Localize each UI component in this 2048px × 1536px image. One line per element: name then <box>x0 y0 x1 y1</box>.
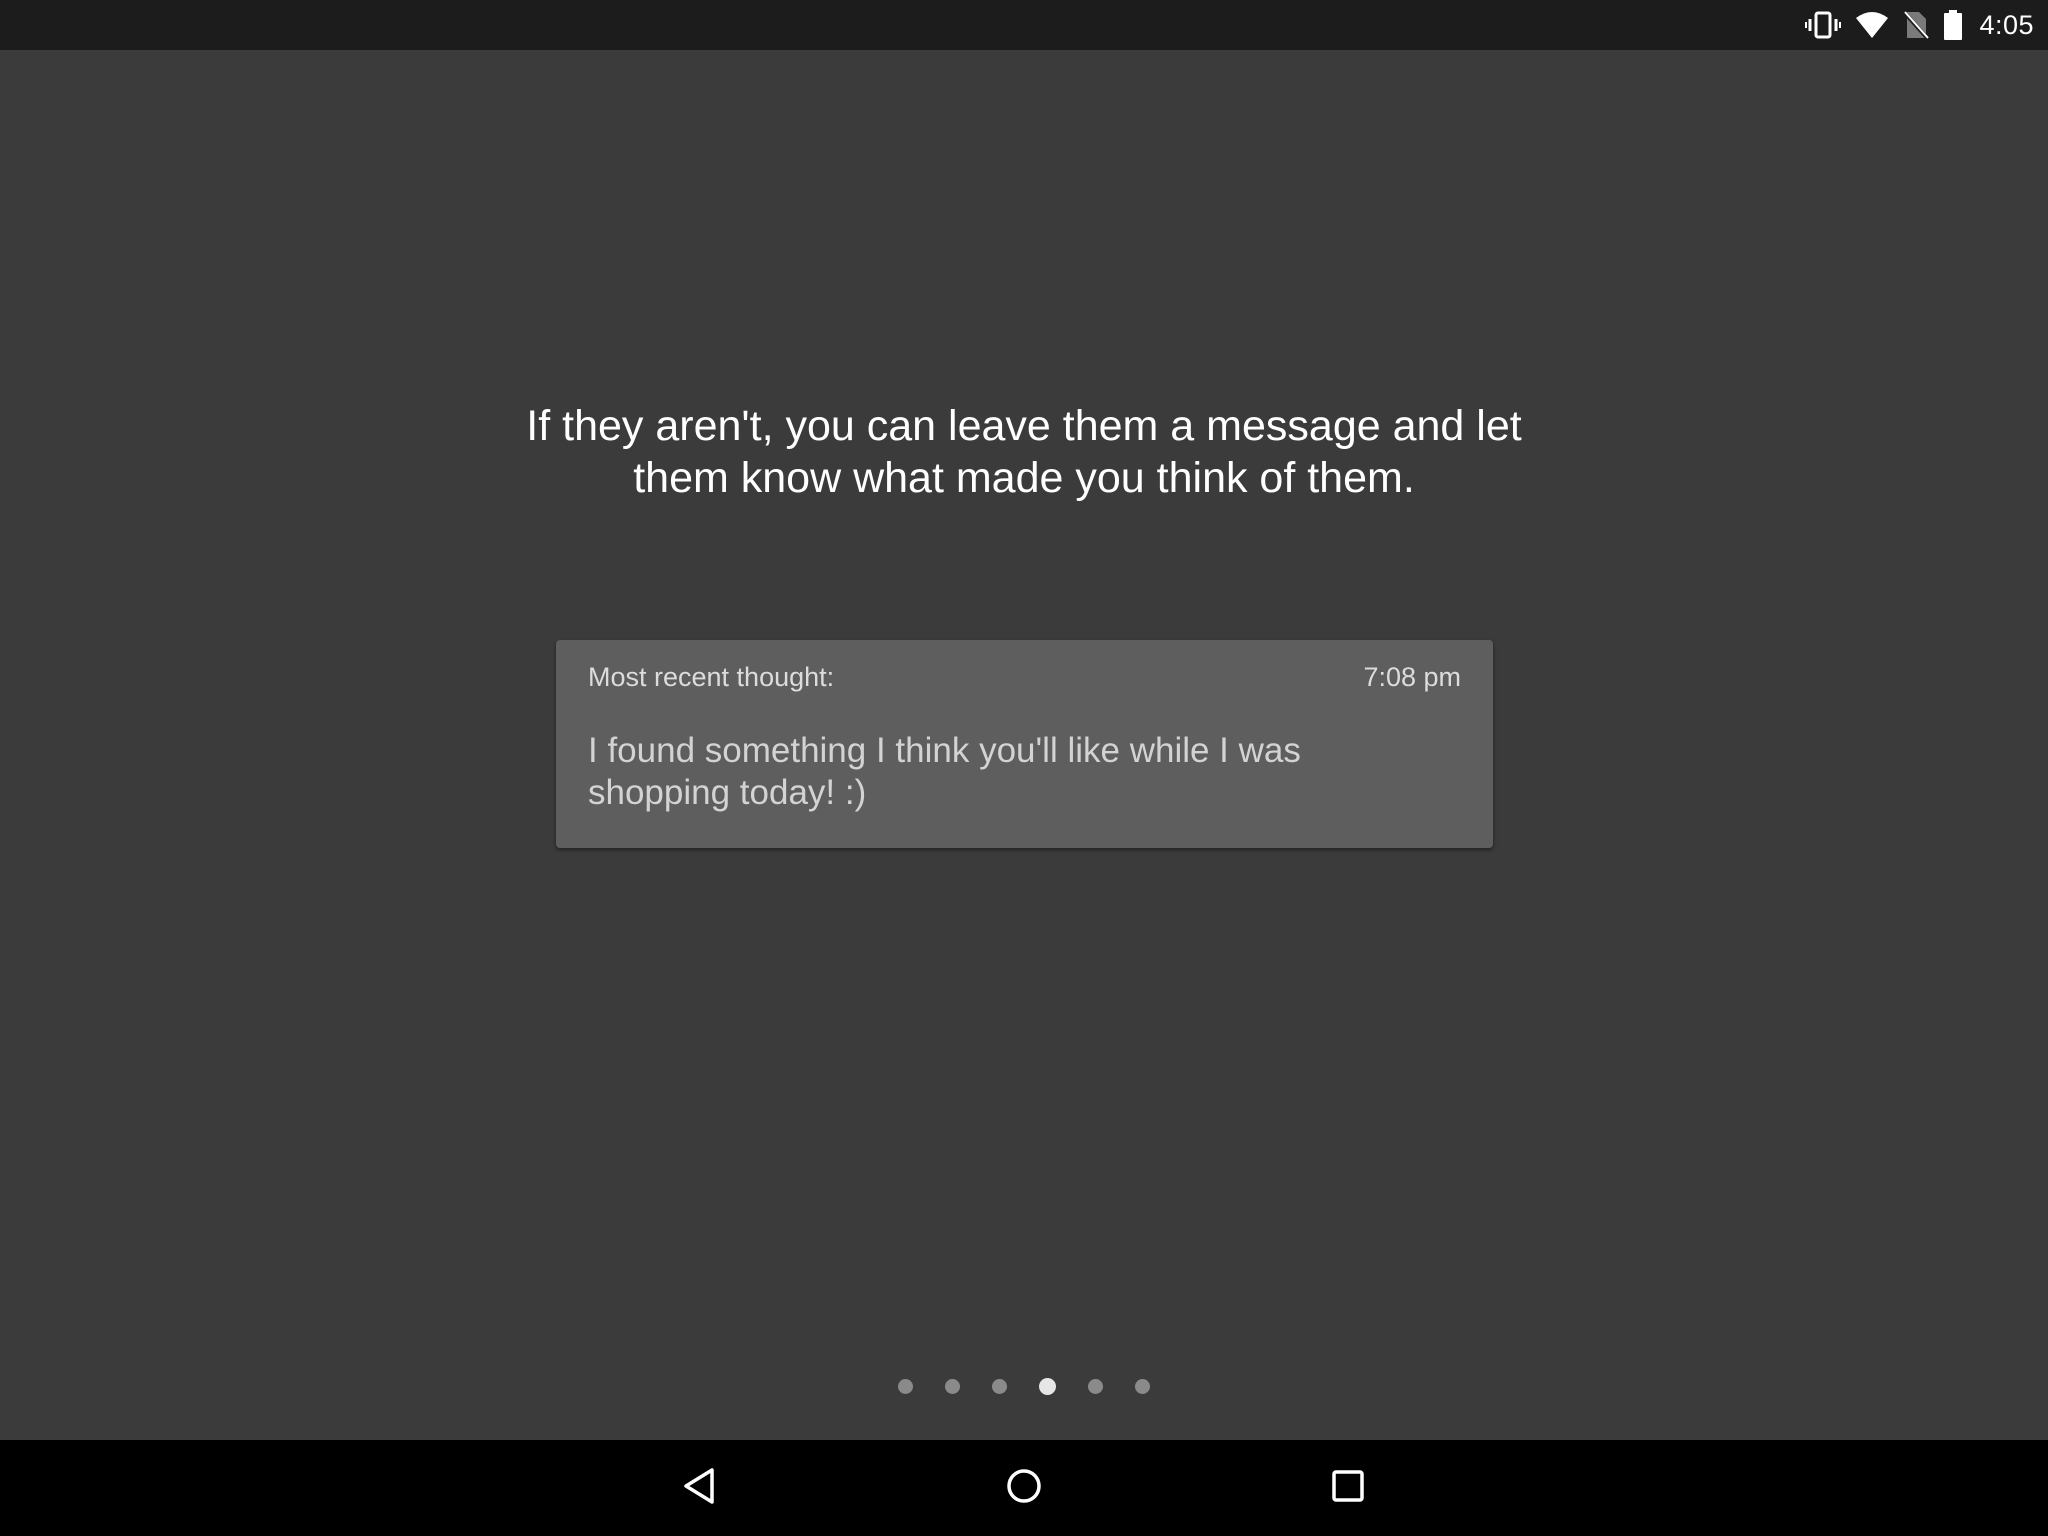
home-icon <box>1004 1466 1044 1511</box>
card-label: Most recent thought: <box>588 662 835 692</box>
battery-icon <box>1943 9 1963 41</box>
wifi-icon <box>1855 11 1889 39</box>
recent-thought-card: Most recent thought: 7:08 pm I found som… <box>556 640 1493 848</box>
page-dot-1[interactable] <box>898 1378 913 1394</box>
recents-icon <box>1328 1466 1368 1511</box>
status-bar: 4:05 <box>0 0 2048 50</box>
page-headline: If they aren't, you can leave them a mes… <box>526 402 1522 502</box>
page-dot-4-active[interactable] <box>1039 1377 1056 1395</box>
card-timestamp: 7:08 pm <box>1363 662 1461 692</box>
navigation-bar <box>0 1440 2048 1536</box>
home-button[interactable] <box>976 1440 1072 1536</box>
page-dot-6[interactable] <box>1135 1378 1150 1394</box>
onboarding-page: If they aren't, you can leave them a mes… <box>0 50 2048 1440</box>
back-icon <box>680 1466 720 1511</box>
status-icons: 4:05 <box>1791 0 2034 50</box>
card-message: I found something I think you'll like wh… <box>588 731 1301 812</box>
page-dot-2[interactable] <box>945 1378 960 1394</box>
status-time: 4:05 <box>1979 9 2034 40</box>
page-dot-5[interactable] <box>1088 1378 1103 1394</box>
back-button[interactable] <box>652 1440 748 1536</box>
no-sim-icon <box>1903 10 1930 40</box>
vibrate-icon <box>1805 10 1842 40</box>
page-dot-3[interactable] <box>992 1378 1007 1394</box>
recents-button[interactable] <box>1300 1440 1396 1536</box>
page-indicator <box>0 1376 2048 1396</box>
